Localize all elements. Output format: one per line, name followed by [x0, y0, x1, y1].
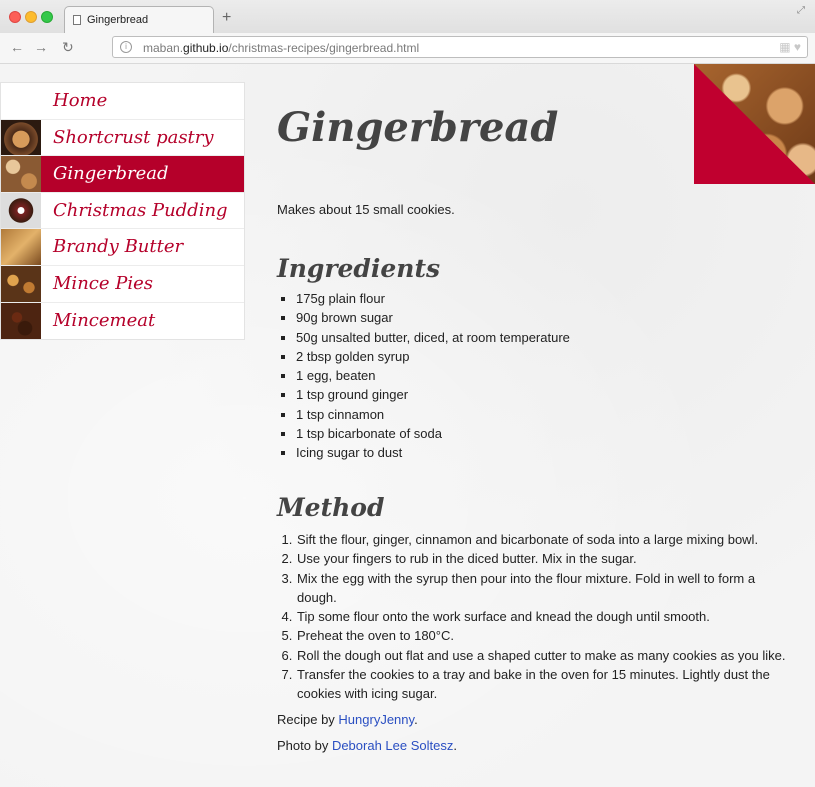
pudding-thumbnail — [1, 192, 41, 229]
nav-item-label: Gingerbread — [53, 163, 169, 185]
pastry-thumbnail — [1, 119, 41, 156]
nav-item-home[interactable]: Home — [1, 83, 244, 120]
tab-title: Gingerbread — [87, 14, 149, 26]
method-step: Roll the dough out flat and use a shaped… — [296, 646, 796, 665]
window-maximize-button[interactable] — [41, 11, 53, 23]
nav-item-label: Brandy Butter — [53, 236, 184, 258]
photo-author-link[interactable]: Deborah Lee Soltesz — [332, 738, 453, 753]
back-button[interactable]: ← — [10, 38, 24, 56]
ingredients-list: 175g plain flour 90g brown sugar 50g uns… — [296, 289, 570, 463]
new-tab-button[interactable]: + — [222, 10, 231, 26]
ingredient-item: 1 tsp ground ginger — [296, 385, 570, 404]
browser-tab[interactable]: Gingerbread — [64, 6, 214, 33]
toolbar: ← → ↻ i maban.github.io/christmas-recipe… — [0, 33, 815, 63]
method-list: Sift the flour, ginger, cinnamon and bic… — [296, 530, 796, 704]
browser-chrome: Gingerbread + ⤢ ← → ↻ i maban.github.io/… — [0, 0, 815, 63]
method-step: Tip some flour onto the work surface and… — [296, 607, 796, 626]
recipe-intro: Makes about 15 small cookies. — [277, 202, 455, 217]
mincemeat-thumbnail — [1, 302, 41, 340]
recipe-author-link[interactable]: HungryJenny — [338, 712, 414, 727]
gingerbread-thumbnail — [1, 156, 41, 192]
ingredients-heading: Ingredients — [277, 254, 441, 283]
fullscreen-icon[interactable]: ⤢ — [797, 5, 805, 16]
ingredient-item: 2 tbsp golden syrup — [296, 347, 570, 366]
page-viewport: Home Shortcrust pastry Gingerbread Chris… — [0, 64, 815, 787]
nav-item-mince-pies[interactable]: Mince Pies — [1, 265, 244, 303]
method-step: Preheat the oven to 180°C. — [296, 626, 796, 645]
photo-credit: Photo by Deborah Lee Soltesz. — [277, 738, 457, 753]
nav-item-shortcrust-pastry[interactable]: Shortcrust pastry — [1, 119, 244, 157]
ingredient-item: 1 egg, beaten — [296, 366, 570, 385]
document-icon — [73, 15, 81, 25]
forward-button[interactable]: → — [34, 38, 48, 56]
ingredient-item: 90g brown sugar — [296, 308, 570, 327]
ingredient-item: 175g plain flour — [296, 289, 570, 308]
ingredient-item: Icing sugar to dust — [296, 443, 570, 462]
nav-item-label: Mincemeat — [53, 309, 156, 331]
url-text[interactable]: maban.github.io/christmas-recipes/ginger… — [143, 41, 419, 55]
nav-item-label: Christmas Pudding — [53, 199, 228, 221]
address-bar[interactable]: i maban.github.io/christmas-recipes/ging… — [112, 36, 808, 58]
recipe-credit: Recipe by HungryJenny. — [277, 712, 418, 727]
window-close-button[interactable] — [9, 11, 21, 23]
reload-button[interactable]: ↻ — [62, 38, 74, 56]
method-step: Use your fingers to rub in the diced but… — [296, 549, 796, 568]
nav-item-label: Mince Pies — [53, 272, 153, 294]
method-step: Sift the flour, ginger, cinnamon and bic… — [296, 530, 796, 549]
ingredient-item: 1 tsp bicarbonate of soda — [296, 424, 570, 443]
nav-item-mincemeat[interactable]: Mincemeat — [1, 302, 244, 340]
method-step: Mix the egg with the syrup then pour int… — [296, 569, 796, 608]
page-title: Gingerbread — [277, 104, 559, 151]
nav-item-label: Shortcrust pastry — [53, 126, 214, 148]
site-info-icon[interactable]: i — [120, 41, 132, 53]
method-heading: Method — [277, 493, 385, 522]
ingredient-item: 50g unsalted butter, diced, at room temp… — [296, 328, 570, 347]
mince-pies-thumbnail — [1, 265, 41, 302]
brandy-butter-thumbnail — [1, 229, 41, 265]
nav-item-label: Home — [53, 90, 108, 111]
method-step: Transfer the cookies to a tray and bake … — [296, 665, 796, 704]
gingerbread-corner-photo — [694, 64, 815, 184]
ingredient-item: 1 tsp cinnamon — [296, 405, 570, 424]
bookmark-heart-icon[interactable]: ▦ ♥ — [779, 40, 801, 54]
window-minimize-button[interactable] — [25, 11, 37, 23]
recipe-nav: Home Shortcrust pastry Gingerbread Chris… — [0, 82, 245, 341]
nav-item-gingerbread[interactable]: Gingerbread — [1, 156, 244, 193]
nav-item-brandy-butter[interactable]: Brandy Butter — [1, 229, 244, 266]
nav-item-christmas-pudding[interactable]: Christmas Pudding — [1, 192, 244, 230]
